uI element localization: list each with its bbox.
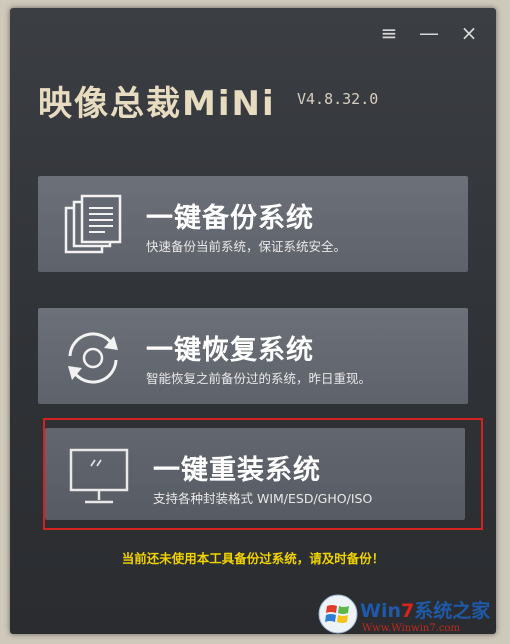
backup-description: 快速备份当前系统，保证系统安全。 — [146, 239, 347, 254]
windows-logo-icon — [318, 594, 358, 634]
version-label: V4.8.32.0 — [297, 90, 379, 108]
menu-icon[interactable]: ≡ — [378, 22, 400, 44]
documents-icon — [64, 194, 122, 254]
restore-system-button[interactable]: 一键恢复系统 智能恢复之前备份过的系统，昨日重现。 — [38, 308, 468, 404]
backup-system-button[interactable]: 一键备份系统 快速备份当前系统，保证系统安全。 — [38, 176, 468, 272]
refresh-icon — [68, 332, 118, 384]
restore-title: 一键恢复系统 — [146, 335, 314, 366]
restore-description: 智能恢复之前备份过的系统，昨日重现。 — [146, 371, 372, 386]
backup-title: 一键备份系统 — [146, 203, 314, 234]
backup-warning: 当前还未使用本工具备份过系统，请及时备份！ — [121, 551, 385, 566]
site-watermark: Win7系统之家 Www.Winwin7.com — [318, 590, 508, 642]
app-window: ≡ — × 映像总裁MiNi V4.8.32.0 一键备份系统 快速备份当前系统… — [10, 8, 496, 634]
watermark-url: Www.Winwin7.com — [362, 623, 460, 634]
app-logo: 映像总裁MiNi — [38, 84, 276, 124]
close-button[interactable]: × — [458, 22, 480, 44]
highlight-annotation-box — [43, 418, 483, 530]
minimize-button[interactable]: — — [418, 22, 440, 44]
watermark-title: Win7系统之家 — [360, 600, 491, 622]
